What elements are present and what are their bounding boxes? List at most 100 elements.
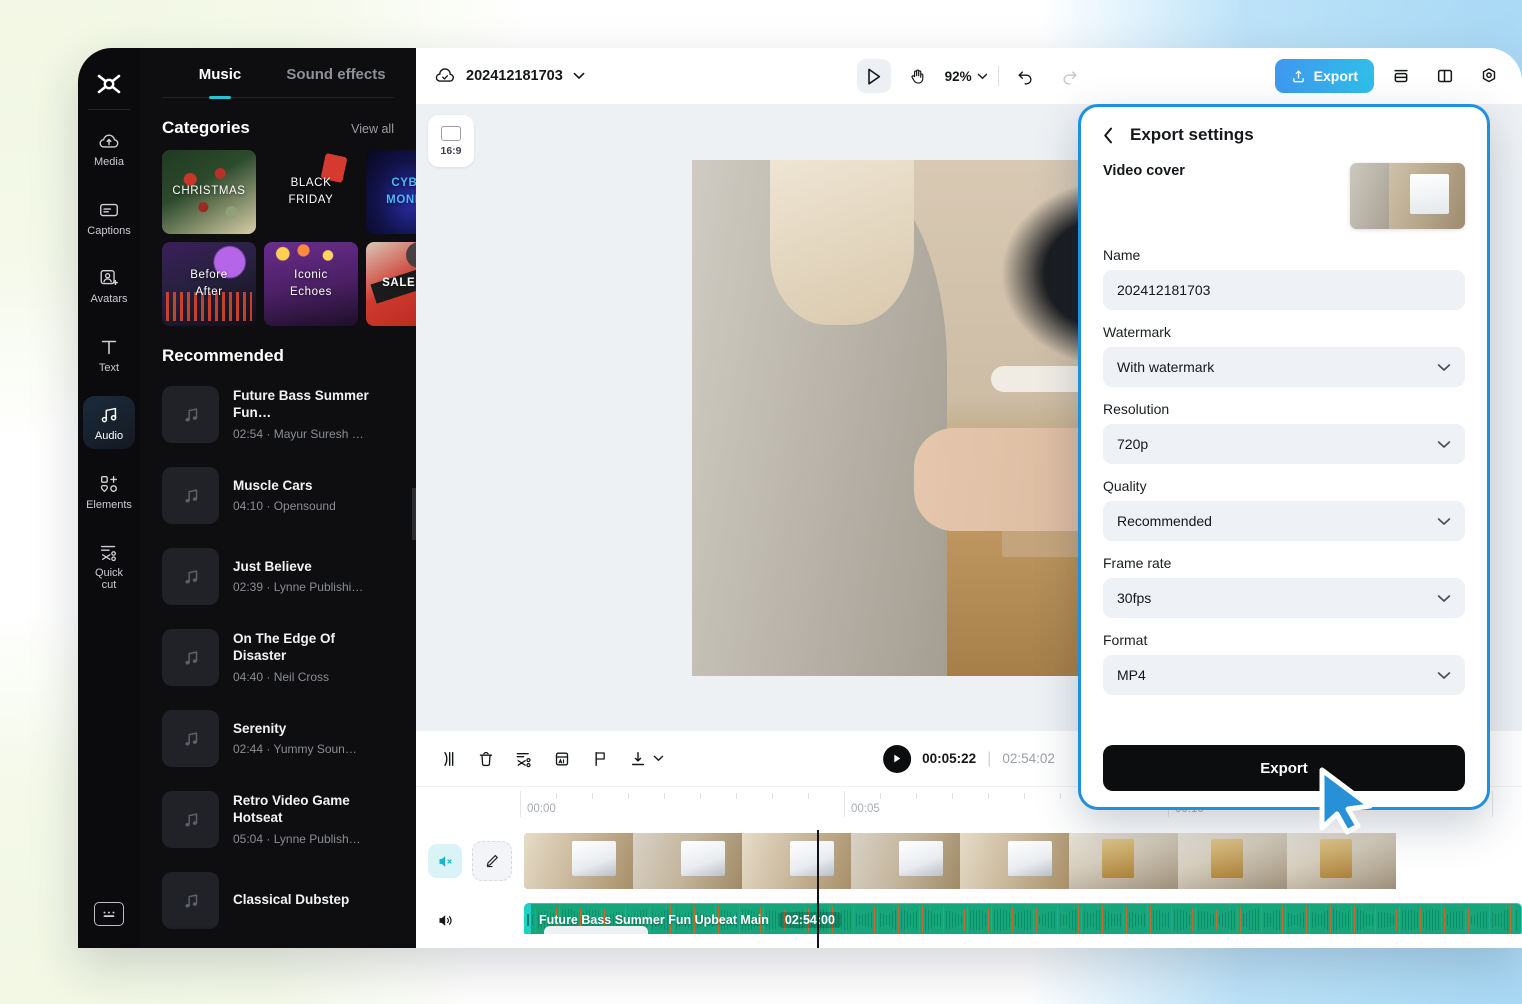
- waveform-bar: [1111, 912, 1113, 928]
- list-item[interactable]: Future Bass Summer Fun… 02:54 · Mayur Su…: [162, 374, 394, 455]
- split-clip-button[interactable]: [438, 749, 458, 769]
- keyboard-shortcuts-button[interactable]: [78, 902, 140, 926]
- waveform-bar: [1345, 913, 1347, 927]
- view-all-link[interactable]: View all: [351, 122, 394, 136]
- list-item[interactable]: Retro Video Game Hotseat 05:04 · Lynne P…: [162, 779, 394, 860]
- waveform-bar: [1459, 910, 1461, 930]
- waveform-bar: [856, 912, 858, 928]
- field-value: 202412181703: [1117, 282, 1211, 298]
- waveform-bar: [976, 910, 978, 930]
- settings-button[interactable]: [1472, 59, 1506, 93]
- waveform-bar: [1381, 911, 1383, 929]
- list-item[interactable]: Classical Dubstep: [162, 860, 394, 941]
- back-button[interactable]: [1103, 127, 1114, 144]
- project-chevron-down-icon[interactable]: [573, 72, 585, 80]
- cursor-select-icon: [867, 68, 880, 85]
- download-button[interactable]: [628, 749, 664, 769]
- resolution-select[interactable]: 720p: [1103, 424, 1465, 464]
- mute-track-button[interactable]: [428, 844, 462, 878]
- waveform-bar: [940, 912, 942, 928]
- music-note-icon: [185, 407, 197, 422]
- waveform-bar: [1327, 910, 1329, 930]
- sidebar-item-audio[interactable]: Audio: [83, 396, 135, 449]
- modal-export-button[interactable]: Export: [1103, 745, 1465, 791]
- video-cover-label: Video cover: [1103, 163, 1185, 179]
- split-view-button[interactable]: [1428, 59, 1462, 93]
- play-button[interactable]: [883, 744, 912, 773]
- watermark-select[interactable]: With watermark: [1103, 347, 1465, 387]
- waveform-bar: [1315, 912, 1317, 927]
- export-button[interactable]: Export: [1274, 59, 1374, 93]
- marker-button[interactable]: [590, 749, 610, 769]
- waveform-bar: [1150, 905, 1152, 935]
- clip-trim-handle[interactable]: [525, 904, 531, 936]
- waveform-bar: [967, 906, 969, 934]
- undo-button[interactable]: [1009, 59, 1043, 93]
- list-item[interactable]: Serenity 02:44 · Yummy Soun…: [162, 698, 394, 779]
- format-select[interactable]: MP4: [1103, 655, 1465, 695]
- redo-button[interactable]: [1053, 59, 1087, 93]
- hand-tool-button[interactable]: [901, 59, 935, 93]
- aspect-ratio-icon: [441, 125, 461, 141]
- playhead[interactable]: [817, 830, 819, 948]
- waveform-bar: [1447, 913, 1449, 927]
- waveform-bar: [970, 911, 972, 929]
- panel-collapse-handle[interactable]: [412, 488, 416, 540]
- category-card[interactable]: Before After: [162, 242, 256, 326]
- aspect-ratio-button[interactable]: 16:9: [428, 115, 474, 167]
- sidebar-item-quick-cut[interactable]: Quick cut: [83, 533, 135, 597]
- waveform-bar: [1090, 913, 1092, 927]
- sidebar-item-media[interactable]: Media: [83, 122, 135, 175]
- sidebar-item-avatars[interactable]: Avatars: [83, 259, 135, 312]
- waveform-bar: [955, 912, 957, 928]
- edit-track-button[interactable]: [472, 841, 512, 881]
- quick-cut-button[interactable]: [514, 749, 534, 769]
- track-thumbnail: [162, 467, 219, 524]
- waveform-bar: [997, 909, 999, 931]
- waveform-bar: [1018, 911, 1020, 929]
- time-divider: |: [987, 749, 992, 767]
- waveform-bar: [1393, 914, 1395, 926]
- delete-button[interactable]: [476, 749, 496, 769]
- audio-mute-button[interactable]: [428, 903, 462, 937]
- list-item[interactable]: On The Edge Of Disaster 04:40 · Neil Cro…: [162, 617, 394, 698]
- export-settings-modal: Export settings Video cover Name 2024121…: [1078, 104, 1490, 810]
- category-label: CYBER MONDAY: [386, 176, 416, 206]
- framerate-field-group: Frame rate 30fps: [1103, 555, 1465, 618]
- tab-music[interactable]: Music: [162, 66, 278, 97]
- list-item[interactable]: Just Believe 02:39 · Lynne Publishi…: [162, 536, 394, 617]
- name-input[interactable]: 202412181703: [1103, 270, 1465, 310]
- left-icon-rail: Media Captions Avatars Text Audio Elemen…: [78, 48, 140, 948]
- waveform-bar: [1234, 910, 1236, 930]
- video-cover-thumbnail[interactable]: [1350, 163, 1465, 229]
- waveform-bar: [1147, 905, 1149, 935]
- waveform-bar: [1192, 907, 1194, 933]
- zoom-level-control[interactable]: 92%: [945, 69, 988, 84]
- quality-select[interactable]: Recommended: [1103, 501, 1465, 541]
- waveform-bar: [1471, 916, 1473, 924]
- framerate-select[interactable]: 30fps: [1103, 578, 1465, 618]
- waveform-bar: [1069, 911, 1071, 929]
- video-clip[interactable]: [524, 833, 1522, 889]
- category-card[interactable]: BLACK FRIDAY: [264, 150, 358, 234]
- tab-sound-effects[interactable]: Sound effects: [278, 66, 394, 97]
- sidebar-item-elements[interactable]: Elements: [83, 465, 135, 518]
- list-item[interactable]: Muscle Cars 04:10 · Opensound: [162, 455, 394, 536]
- category-card[interactable]: CHRISTMAS: [162, 150, 256, 234]
- audio-clip[interactable]: Future Bass Summer Fun Upbeat Main 02:54…: [524, 903, 1522, 937]
- select-tool-button[interactable]: [856, 59, 891, 93]
- category-card[interactable]: Iconic Echoes: [264, 242, 358, 326]
- track-thumbnail: [162, 548, 219, 605]
- waveform-bar: [1465, 906, 1467, 934]
- layers-button[interactable]: [1384, 59, 1418, 93]
- sidebar-item-captions[interactable]: Captions: [83, 191, 135, 244]
- chevron-down-icon: [1437, 440, 1451, 449]
- waveform-bar: [1126, 905, 1128, 935]
- category-card[interactable]: CYBER MONDAY: [366, 150, 416, 234]
- field-value: Recommended: [1117, 513, 1212, 529]
- waveform-bar: [898, 905, 900, 935]
- project-name[interactable]: 202412181703: [466, 68, 563, 84]
- sidebar-item-text[interactable]: Text: [83, 328, 135, 381]
- waveform-bar: [895, 910, 897, 930]
- ai-frame-button[interactable]: [552, 749, 572, 769]
